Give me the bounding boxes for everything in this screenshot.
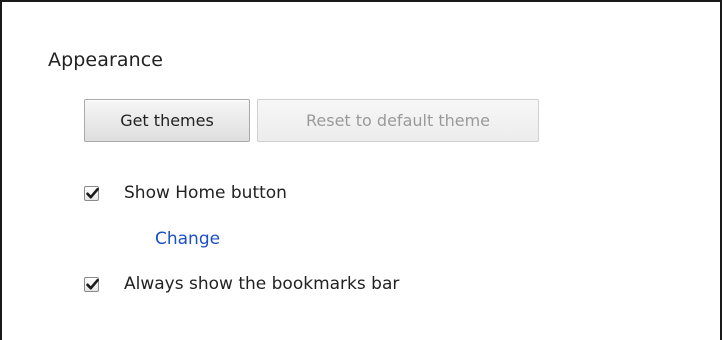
get-themes-button[interactable]: Get themes [84,99,250,142]
settings-panel: Appearance Get themes Reset to default t… [0,0,722,340]
show-home-label: Show Home button [124,183,287,203]
change-home-link[interactable]: Change [155,227,220,251]
bookmarks-bar-label: Always show the bookmarks bar [124,274,400,294]
show-home-checkbox[interactable] [84,185,99,201]
bookmarks-bar-checkbox[interactable] [84,276,99,292]
checkmark-icon [86,187,99,198]
show-home-option[interactable]: Show Home button [84,181,287,205]
checkmark-icon [86,278,99,289]
bookmarks-bar-option[interactable]: Always show the bookmarks bar [84,272,399,296]
section-title: Appearance [48,49,164,71]
reset-theme-button[interactable]: Reset to default theme [257,99,539,142]
